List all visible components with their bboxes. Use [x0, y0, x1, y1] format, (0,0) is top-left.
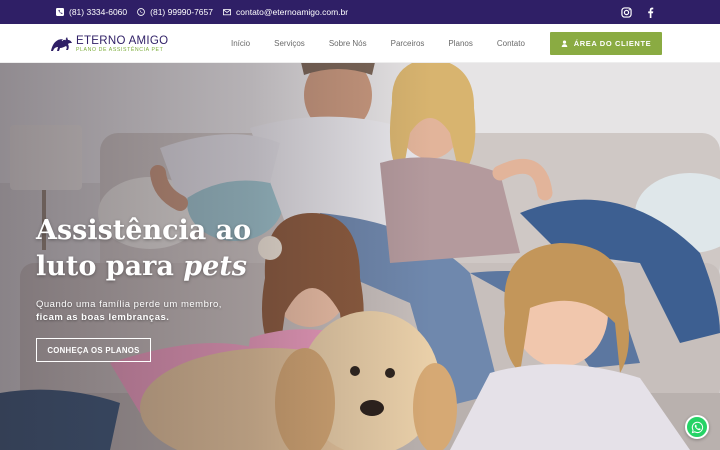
whatsapp-float-button[interactable] [685, 415, 709, 439]
hero-subtitle-line2: ficam as boas lembranças. [36, 312, 170, 323]
email-link[interactable]: contato@eternoamigo.com.br [223, 7, 348, 17]
email-text: contato@eternoamigo.com.br [236, 7, 349, 17]
brand-logo[interactable]: ETERNO AMIGO PLANO DE ASSISTÊNCIA PET [48, 32, 168, 56]
whatsapp-text: (81) 99990-7657 [150, 7, 213, 17]
brand-text: ETERNO AMIGO PLANO DE ASSISTÊNCIA PET [76, 35, 168, 54]
view-plans-button[interactable]: CONHEÇA OS PLANOS [36, 338, 151, 362]
phone-link[interactable]: (81) 3334-6060 [56, 7, 127, 17]
client-area-label: ÁREA DO CLIENTE [573, 39, 652, 48]
phone-icon [56, 8, 64, 16]
nav-item-inicio[interactable]: Início [231, 39, 250, 48]
phone-text: (81) 3334-6060 [69, 7, 128, 17]
whatsapp-icon [137, 8, 145, 16]
facebook-link[interactable] [644, 6, 656, 18]
main-navigation: Início Serviços Sobre Nós Parceiros Plan… [231, 24, 525, 63]
hero-title: Assistência ao luto para pets [36, 213, 296, 285]
instagram-icon [620, 6, 632, 18]
pet-silhouette-logo-icon [51, 37, 72, 51]
nav-item-sobre-nos[interactable]: Sobre Nós [329, 39, 367, 48]
top-contact-bar: (81) 3334-6060 (81) 99990-7657 contato@e… [0, 0, 720, 24]
nav-item-servicos[interactable]: Serviços [274, 39, 305, 48]
whatsapp-link[interactable]: (81) 99990-7657 [137, 7, 213, 17]
hero-title-emphasis: pets [183, 251, 247, 282]
hero-subtitle: Quando uma família perde um membro, fica… [36, 298, 276, 324]
nav-item-planos[interactable]: Planos [448, 39, 472, 48]
hero-section: Assistência ao luto para pets Quando uma… [0, 63, 720, 450]
instagram-link[interactable] [620, 6, 632, 18]
hero-subtitle-line1: Quando uma família perde um membro, [36, 299, 222, 310]
brand-name: ETERNO AMIGO [76, 34, 169, 47]
client-area-button[interactable]: ÁREA DO CLIENTE [550, 32, 662, 55]
hero-title-line2: luto para [36, 251, 184, 282]
nav-item-contato[interactable]: Contato [497, 39, 525, 48]
user-icon [561, 40, 568, 47]
mail-icon [223, 9, 231, 16]
hero-title-line1: Assistência ao [36, 215, 252, 246]
brand-tagline: PLANO DE ASSISTÊNCIA PET [76, 46, 164, 53]
social-links [608, 0, 656, 24]
site-header: ETERNO AMIGO PLANO DE ASSISTÊNCIA PET In… [0, 24, 720, 63]
contact-info: (81) 3334-6060 (81) 99990-7657 contato@e… [56, 0, 358, 24]
nav-item-parceiros[interactable]: Parceiros [391, 39, 425, 48]
whatsapp-icon [691, 421, 703, 433]
facebook-icon [647, 7, 653, 18]
